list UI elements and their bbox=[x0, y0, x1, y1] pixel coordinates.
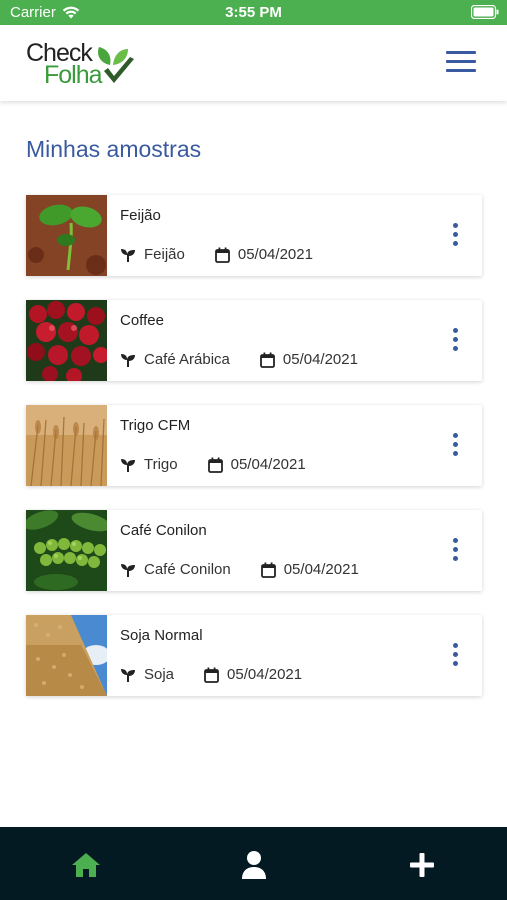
sample-meta: Café Arábica 05/04/2021 bbox=[120, 351, 358, 368]
sprout-icon bbox=[121, 458, 135, 472]
sample-variety-label: Feijão bbox=[144, 246, 185, 263]
battery-icon bbox=[470, 4, 499, 23]
sample-date-label: 05/04/2021 bbox=[227, 666, 303, 683]
menu-line bbox=[446, 60, 476, 63]
plus-icon bbox=[410, 853, 434, 877]
more-options-button[interactable] bbox=[450, 223, 460, 249]
bottom-tab-bar bbox=[0, 827, 507, 900]
calendar-icon bbox=[204, 667, 219, 683]
sample-variety: Soja bbox=[120, 666, 174, 683]
status-bar: Carrier 3:55 PM bbox=[0, 0, 507, 25]
sample-card[interactable]: Café Conilon Café Conilon 05/04/2021 bbox=[26, 510, 482, 591]
sample-meta: Trigo 05/04/2021 bbox=[120, 456, 306, 473]
sample-thumbnail-soybean-pile bbox=[26, 615, 107, 696]
app-header: Check Folha bbox=[0, 25, 507, 101]
sample-date-label: 05/04/2021 bbox=[282, 351, 358, 368]
sample-title: Coffee bbox=[120, 312, 164, 329]
sprout-icon bbox=[121, 248, 135, 262]
sample-thumbnail-bean-seedling bbox=[26, 195, 107, 276]
samples-list: Feijão Feijão 05/04/2021 Coffee Café Ará… bbox=[26, 195, 482, 720]
sample-thumbnail-red-coffee-cherries bbox=[26, 300, 107, 381]
calendar-icon bbox=[260, 562, 276, 578]
sprout-icon bbox=[121, 668, 135, 682]
user-icon bbox=[242, 851, 266, 879]
sample-variety-label: Café Conilon bbox=[144, 561, 231, 578]
sample-variety: Feijão bbox=[120, 246, 185, 263]
more-options-button[interactable] bbox=[450, 433, 460, 459]
sample-date: 05/04/2021 bbox=[259, 351, 358, 368]
sprout-icon bbox=[121, 353, 135, 367]
sample-variety-label: Café Arábica bbox=[144, 351, 230, 368]
sample-title: Café Conilon bbox=[120, 522, 207, 539]
sprout-icon bbox=[121, 563, 135, 577]
more-options-button[interactable] bbox=[450, 538, 460, 564]
sample-date: 05/04/2021 bbox=[260, 561, 359, 578]
sample-title: Trigo CFM bbox=[120, 417, 191, 434]
sample-card[interactable]: Soja Normal Soja 05/04/2021 bbox=[26, 615, 482, 696]
sample-date-label: 05/04/2021 bbox=[237, 246, 313, 263]
sample-meta: Feijão 05/04/2021 bbox=[120, 246, 313, 263]
checkfolha-logo[interactable]: Check Folha bbox=[26, 39, 146, 89]
sample-meta: Soja 05/04/2021 bbox=[120, 666, 302, 683]
sample-variety-label: Trigo bbox=[144, 456, 178, 473]
sample-date-label: 05/04/2021 bbox=[283, 561, 359, 578]
sample-thumbnail-green-coffee-cherries bbox=[26, 510, 107, 591]
status-time: 3:55 PM bbox=[225, 4, 282, 21]
sample-date-label: 05/04/2021 bbox=[230, 456, 306, 473]
page-title: Minhas amostras bbox=[26, 136, 202, 162]
more-options-button[interactable] bbox=[450, 328, 460, 354]
sample-title: Feijão bbox=[120, 207, 161, 224]
sample-variety: Café Arábica bbox=[120, 351, 230, 368]
calendar-icon bbox=[214, 247, 230, 263]
menu-line bbox=[446, 51, 476, 54]
sample-date: 05/04/2021 bbox=[214, 246, 313, 263]
sample-card[interactable]: Trigo CFM Trigo 05/04/2021 bbox=[26, 405, 482, 486]
sample-meta: Café Conilon 05/04/2021 bbox=[120, 561, 359, 578]
sample-variety: Café Conilon bbox=[120, 561, 231, 578]
sample-variety-label: Soja bbox=[144, 666, 175, 683]
tab-home[interactable] bbox=[66, 849, 106, 881]
tab-add[interactable] bbox=[402, 849, 442, 881]
calendar-icon bbox=[207, 457, 223, 473]
tab-profile[interactable] bbox=[234, 849, 274, 881]
sample-date: 05/04/2021 bbox=[204, 666, 302, 683]
leaf-check-icon bbox=[98, 47, 134, 83]
hamburger-menu-button[interactable] bbox=[446, 51, 476, 75]
sample-card[interactable]: Feijão Feijão 05/04/2021 bbox=[26, 195, 482, 276]
menu-line bbox=[446, 69, 476, 72]
sample-card[interactable]: Coffee Café Arábica 05/04/2021 bbox=[26, 300, 482, 381]
sample-variety: Trigo bbox=[120, 456, 178, 473]
sample-thumbnail-wheat-field bbox=[26, 405, 107, 486]
sample-title: Soja Normal bbox=[120, 627, 203, 644]
calendar-icon bbox=[259, 352, 275, 368]
sample-date: 05/04/2021 bbox=[207, 456, 306, 473]
home-icon bbox=[72, 853, 100, 877]
more-options-button[interactable] bbox=[450, 643, 460, 669]
